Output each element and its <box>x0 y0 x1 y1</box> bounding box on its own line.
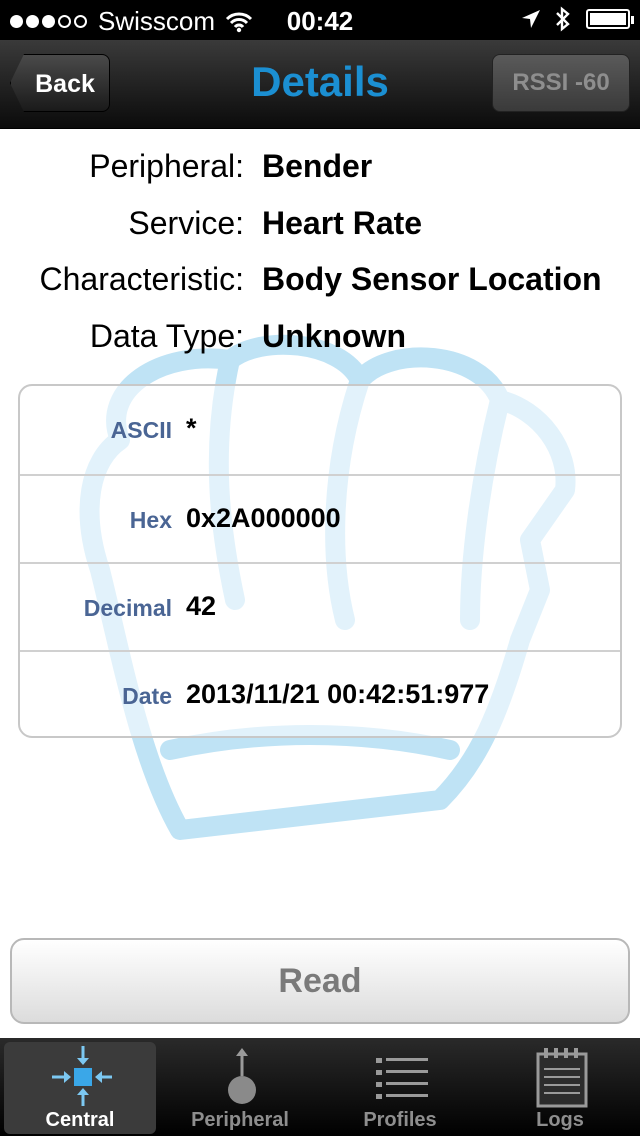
tab-central-label: Central <box>45 1109 115 1131</box>
value-table: ASCII * Hex 0x2A000000 Decimal 42 Date 2… <box>18 384 622 738</box>
characteristic-label: Characteristic: <box>39 261 245 297</box>
table-row-decimal: Decimal 42 <box>20 562 620 650</box>
hex-label: Hex <box>129 507 172 533</box>
tab-central[interactable]: Central <box>4 1042 156 1134</box>
table-row-ascii: ASCII * <box>20 386 620 474</box>
ascii-label: ASCII <box>110 417 172 443</box>
data-type-value: Unknown <box>262 318 406 354</box>
tab-bar: Central Peripheral Profiles Logs <box>0 1038 640 1136</box>
tab-logs-label: Logs <box>536 1109 584 1131</box>
rssi-button[interactable]: RSSI -60 <box>492 54 630 112</box>
date-label: Date <box>122 683 172 709</box>
table-row-date: Date 2013/11/21 00:42:51:977 <box>20 650 620 736</box>
decimal-value: 42 <box>186 591 217 621</box>
navigation-bar: Back Details RSSI -60 <box>0 40 640 129</box>
tab-profiles-label: Profiles <box>363 1109 437 1131</box>
hex-value: 0x2A000000 <box>186 503 341 533</box>
peripheral-row: Peripheral: Bender <box>0 148 640 204</box>
peripheral-value: Bender <box>262 148 373 184</box>
central-icon <box>52 1046 112 1106</box>
service-label: Service: <box>128 205 244 241</box>
profiles-icon <box>376 1058 428 1099</box>
peripheral-label: Peripheral: <box>89 148 244 184</box>
tab-peripheral-label: Peripheral <box>191 1109 289 1131</box>
tab-peripheral[interactable]: Peripheral <box>164 1042 316 1134</box>
decimal-label: Decimal <box>83 595 172 621</box>
read-button[interactable]: Read <box>10 938 630 1024</box>
status-right-group <box>520 6 634 32</box>
characteristic-value: Body Sensor Location <box>262 261 602 297</box>
bluetooth-icon <box>556 6 570 32</box>
ascii-value: * <box>186 413 197 443</box>
table-row-hex: Hex 0x2A000000 <box>20 474 620 562</box>
status-bar: Swisscom 00:42 <box>0 0 640 40</box>
battery-icon <box>586 9 634 29</box>
date-value: 2013/11/21 00:42:51:977 <box>186 679 490 709</box>
logs-icon <box>536 1048 588 1108</box>
data-type-row: Data Type: Unknown <box>0 318 640 374</box>
tab-profiles[interactable]: Profiles <box>324 1042 476 1134</box>
tab-logs[interactable]: Logs <box>484 1042 636 1134</box>
location-arrow-icon <box>522 10 540 28</box>
data-type-label: Data Type: <box>89 318 244 354</box>
peripheral-icon <box>228 1048 256 1104</box>
service-row: Service: Heart Rate <box>0 205 640 261</box>
service-value: Heart Rate <box>262 205 423 241</box>
characteristic-row: Characteristic: Body Sensor Location <box>0 261 640 317</box>
